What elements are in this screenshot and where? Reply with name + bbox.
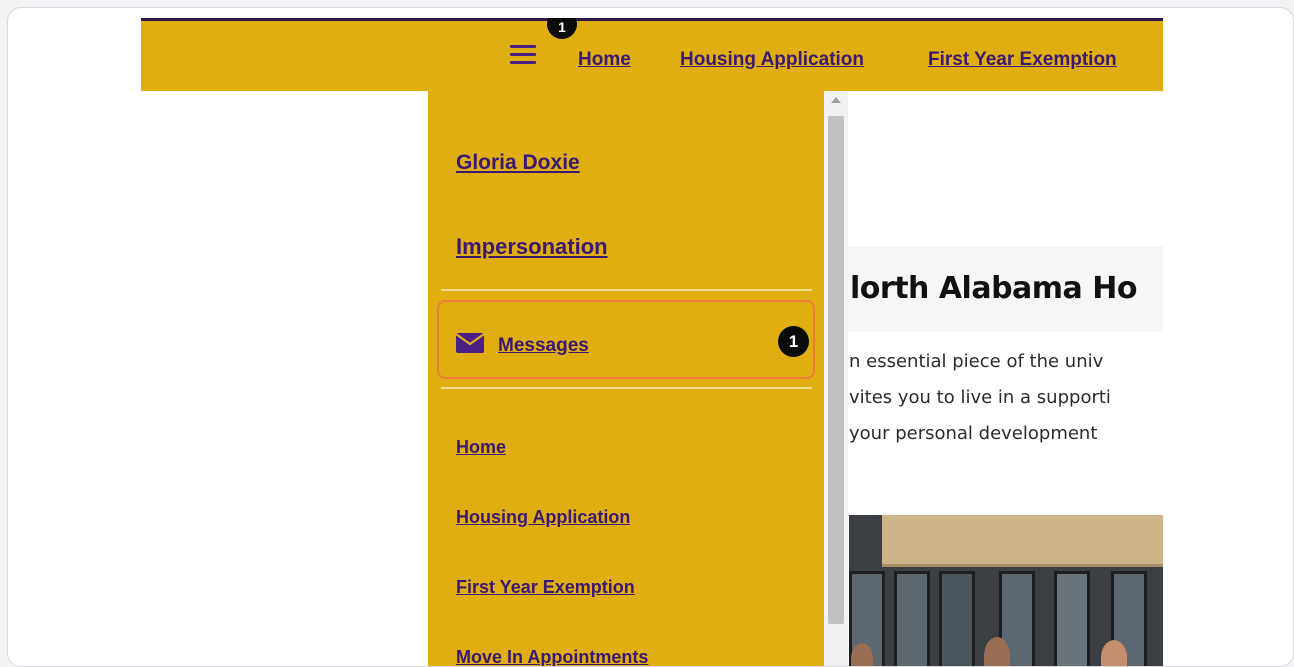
notification-badge: 1 xyxy=(547,18,577,39)
drawer-scrollbar[interactable] xyxy=(824,91,848,666)
drawer-item-move-in-appointments[interactable]: Move In Appointments xyxy=(456,647,648,666)
intro-line-3: your personal development xyxy=(849,423,1098,444)
photo-person xyxy=(851,643,873,666)
drawer-item-housing-application[interactable]: Housing Application xyxy=(456,507,630,528)
messages-highlight-box[interactable] xyxy=(437,300,815,379)
nav-link-home[interactable]: Home xyxy=(578,49,631,71)
photo-awning xyxy=(882,515,1163,567)
impersonation-link[interactable]: Impersonation xyxy=(456,234,608,260)
nav-link-first-year-exemption[interactable]: First Year Exemption xyxy=(928,49,1117,71)
nav-link-housing-application[interactable]: Housing Application xyxy=(680,49,864,71)
drawer-divider xyxy=(441,387,812,389)
drawer-item-home[interactable]: Home xyxy=(456,437,506,458)
messages-link[interactable]: Messages xyxy=(498,335,589,357)
screenshot-frame: lorth Alabama Ho n essential piece of th… xyxy=(7,7,1294,667)
hamburger-menu-icon[interactable] xyxy=(510,45,536,65)
user-name-link[interactable]: Gloria Doxie xyxy=(456,151,580,175)
housing-portal-page: lorth Alabama Ho n essential piece of th… xyxy=(141,18,1163,666)
intro-line-2: vites you to live in a supporti xyxy=(849,387,1111,408)
photo-window xyxy=(894,571,930,666)
scrollbar-thumb[interactable] xyxy=(828,116,844,624)
photo-window xyxy=(939,571,975,666)
intro-line-1: n essential piece of the univ xyxy=(849,351,1104,372)
messages-count-badge: 1 xyxy=(778,326,809,357)
top-navigation-bar: 1 Home Housing Application First Year Ex… xyxy=(141,18,1163,91)
envelope-icon xyxy=(456,333,484,353)
drawer-item-first-year-exemption[interactable]: First Year Exemption xyxy=(456,577,635,598)
navigation-drawer: Gloria Doxie Impersonation Messages 1 Ho… xyxy=(428,91,824,666)
photo-person xyxy=(984,637,1010,666)
residence-hall-photo xyxy=(849,515,1163,666)
drawer-divider xyxy=(441,289,812,291)
photo-person xyxy=(1101,640,1127,666)
page-title: lorth Alabama Ho xyxy=(850,271,1137,306)
photo-window xyxy=(1054,571,1090,666)
scroll-up-arrow-icon[interactable] xyxy=(831,97,841,103)
